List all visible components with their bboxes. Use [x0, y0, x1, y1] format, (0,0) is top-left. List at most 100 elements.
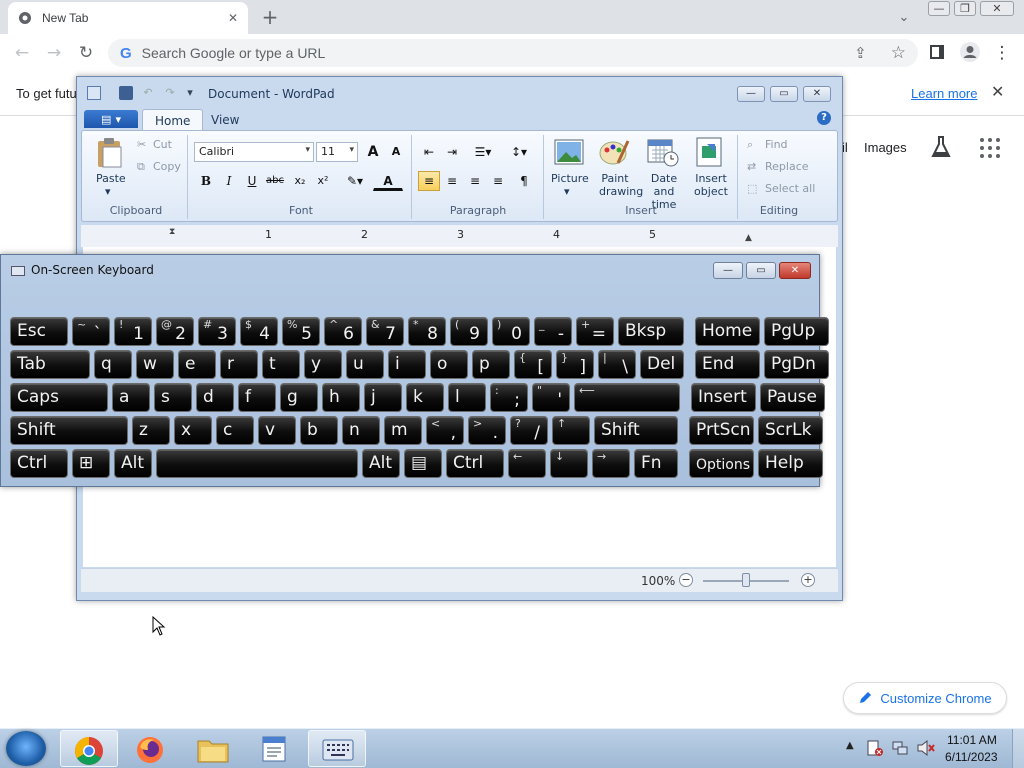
- line-spacing-icon[interactable]: ↕▾: [503, 142, 535, 162]
- osk-key[interactable]: PgUp: [764, 317, 829, 346]
- osk-key[interactable]: Pause: [760, 383, 825, 412]
- tab-new-tab[interactable]: New Tab ✕: [8, 2, 248, 34]
- osk-key[interactable]: Help: [758, 449, 823, 478]
- osk-key[interactable]: Bksp: [618, 317, 684, 346]
- osk-key[interactable]: {[: [514, 350, 552, 379]
- share-icon[interactable]: ⇪: [854, 45, 867, 61]
- picture-label[interactable]: Picture: [551, 172, 589, 185]
- wordpad-close-button[interactable]: ✕: [803, 86, 831, 102]
- osk-key[interactable]: ) 0: [492, 317, 530, 346]
- show-hidden-icons-icon[interactable]: ▲: [846, 740, 854, 751]
- osk-key[interactable]: Esc: [10, 317, 68, 346]
- chrome-restore-button[interactable]: ❐: [954, 1, 976, 16]
- osk-key[interactable]: + =: [576, 317, 614, 346]
- osk-key[interactable]: Shift: [594, 416, 678, 445]
- paint-palette-icon[interactable]: [598, 137, 630, 167]
- zoom-slider-thumb[interactable]: [742, 573, 750, 587]
- osk-key[interactable]: ↓: [550, 449, 588, 478]
- back-icon[interactable]: ←: [12, 43, 32, 63]
- osk-key[interactable]: t: [262, 350, 300, 379]
- osk-key[interactable]: a: [112, 383, 150, 412]
- align-center-icon[interactable]: ≡: [441, 171, 463, 191]
- osk-key[interactable]: ~ `: [72, 317, 110, 346]
- google-apps-icon[interactable]: [980, 138, 1000, 158]
- osk-key[interactable]: p: [472, 350, 510, 379]
- taskbar-firefox-button[interactable]: [122, 730, 180, 767]
- tab-search-icon[interactable]: ⌄: [894, 8, 914, 26]
- decrease-indent-icon[interactable]: ⇤: [418, 142, 440, 162]
- subscript-button[interactable]: x₂: [289, 171, 311, 191]
- wordpad-minimize-button[interactable]: —: [737, 86, 765, 102]
- chrome-close-button[interactable]: ✕: [980, 1, 1014, 16]
- info-bar-close-icon[interactable]: ✕: [991, 84, 1004, 100]
- osk-key[interactable]: h: [322, 383, 360, 412]
- osk-key[interactable]: PgDn: [764, 350, 829, 379]
- taskbar-wordpad-button[interactable]: [246, 730, 304, 767]
- zoom-in-button[interactable]: +: [801, 573, 815, 587]
- osk-key[interactable]: ←: [508, 449, 546, 478]
- italic-button[interactable]: I: [218, 171, 240, 191]
- osk-close-button[interactable]: ✕: [779, 262, 811, 279]
- osk-key[interactable]: k: [406, 383, 444, 412]
- font-size-select[interactable]: 11: [316, 142, 358, 162]
- osk-key[interactable]: Insert: [691, 383, 756, 412]
- ruler[interactable]: 1 2 3 4 5 ⧗ ▲: [81, 225, 838, 247]
- osk-key[interactable]: PrtScn: [689, 416, 754, 445]
- osk-key[interactable]: ▤: [404, 449, 442, 478]
- osk-key[interactable]: s: [154, 383, 192, 412]
- osk-key[interactable]: End: [695, 350, 760, 379]
- paste-label[interactable]: Paste: [96, 172, 126, 185]
- cut-button[interactable]: Cut: [153, 138, 172, 151]
- superscript-button[interactable]: x²: [312, 171, 334, 191]
- osk-key[interactable]: m: [384, 416, 422, 445]
- osk-key[interactable]: u: [346, 350, 384, 379]
- tab-view[interactable]: View: [199, 109, 251, 131]
- learn-more-link[interactable]: Learn more: [911, 86, 977, 101]
- justify-icon[interactable]: ≡: [487, 171, 509, 191]
- osk-key[interactable]: x: [174, 416, 212, 445]
- osk-key[interactable]: ↑: [552, 416, 590, 445]
- osk-key[interactable]: n: [342, 416, 380, 445]
- strikethrough-button[interactable]: abc: [264, 171, 286, 191]
- osk-key[interactable]: ScrLk: [758, 416, 823, 445]
- taskbar-explorer-button[interactable]: [184, 730, 242, 767]
- osk-key[interactable]: Alt: [114, 449, 152, 478]
- volume-muted-icon[interactable]: [916, 739, 936, 757]
- paste-icon[interactable]: [95, 137, 125, 169]
- osk-key[interactable]: Ctrl: [10, 449, 68, 478]
- calendar-clock-icon[interactable]: [647, 137, 679, 167]
- copy-button[interactable]: Copy: [153, 160, 181, 173]
- forward-icon[interactable]: →: [44, 43, 64, 63]
- show-desktop-button[interactable]: [1012, 729, 1024, 768]
- osk-key[interactable]: Shift: [10, 416, 128, 445]
- select-all-button[interactable]: Select all: [765, 182, 815, 195]
- bookmark-star-icon[interactable]: ☆: [891, 44, 906, 62]
- osk-key[interactable]: l: [448, 383, 486, 412]
- osk-key[interactable]: j: [364, 383, 402, 412]
- address-bar[interactable]: G Search Google or type a URL ⇪ ☆: [108, 39, 918, 67]
- osk-key[interactable]: z: [132, 416, 170, 445]
- osk-key[interactable]: b: [300, 416, 338, 445]
- labs-flask-icon[interactable]: [930, 135, 952, 159]
- osk-key[interactable]: i: [388, 350, 426, 379]
- osk-key[interactable]: #3: [198, 317, 236, 346]
- clock-date[interactable]: 6/11/2023: [945, 750, 998, 764]
- replace-button[interactable]: Replace: [765, 160, 809, 173]
- osk-key[interactable]: " ': [532, 383, 570, 412]
- profile-avatar[interactable]: [959, 41, 981, 63]
- font-name-select[interactable]: Calibri: [194, 142, 314, 162]
- osk-key[interactable]: ⟵: [574, 383, 680, 412]
- osk-key[interactable]: w: [136, 350, 174, 379]
- left-indent-marker[interactable]: ⧗: [169, 227, 175, 237]
- osk-key[interactable]: g: [280, 383, 318, 412]
- osk-key[interactable]: ^ 6: [324, 317, 362, 346]
- increase-indent-icon[interactable]: ⇥: [441, 142, 463, 162]
- align-left-icon[interactable]: ≡: [418, 171, 440, 191]
- osk-key[interactable]: :;: [490, 383, 528, 412]
- osk-key[interactable]: e: [178, 350, 216, 379]
- find-button[interactable]: Find: [765, 138, 788, 151]
- new-tab-button[interactable]: +: [258, 6, 282, 28]
- picture-dropdown-icon[interactable]: ▾: [564, 185, 570, 198]
- osk-key[interactable]: $4: [240, 317, 278, 346]
- osk-key[interactable]: r: [220, 350, 258, 379]
